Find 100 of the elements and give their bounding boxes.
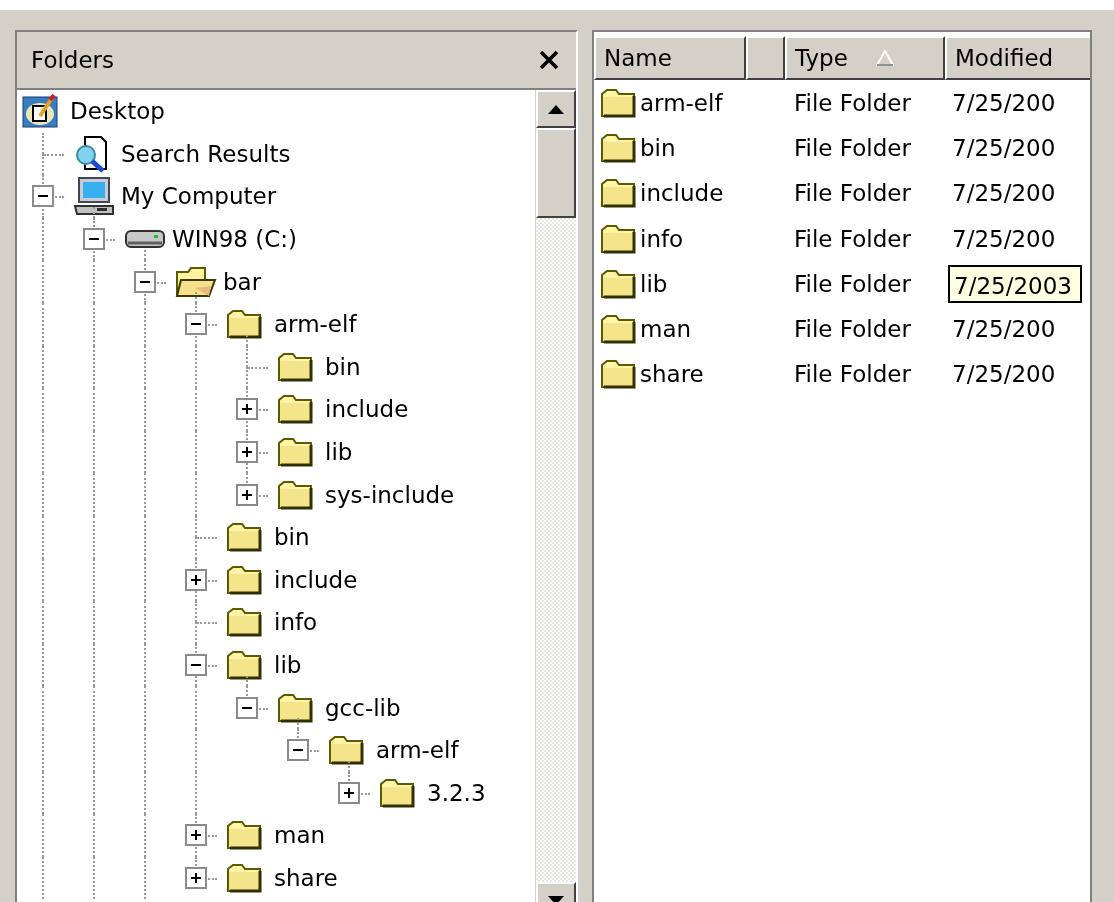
scrollbar[interactable] [535, 90, 576, 902]
modified-cell-text: 7/25/200 [951, 316, 1056, 343]
name-cell[interactable]: share [594, 359, 786, 390]
collapse-toggle[interactable] [236, 696, 258, 719]
tree-item[interactable]: bin [272, 522, 312, 553]
type-cell-text: File Folder [793, 180, 912, 207]
expand-toggle[interactable] [236, 398, 258, 421]
expand-toggle[interactable] [185, 867, 207, 889]
folder-icon [328, 735, 364, 766]
type-cell-text: File Folder [793, 270, 912, 297]
file-name: arm-elf [640, 89, 723, 116]
scroll-up-button[interactable] [536, 90, 576, 128]
tree-item[interactable]: WIN98 (C:) [170, 224, 300, 255]
collapse-toggle[interactable] [32, 185, 54, 208]
desktop-icon [22, 94, 58, 129]
plus-icon [190, 872, 202, 884]
tooltip: 7/25/2003 [948, 264, 1082, 303]
modified-cell-text: 7/25/200 [951, 89, 1056, 116]
name-cell[interactable]: lib [594, 268, 786, 299]
tree-item[interactable]: man [272, 820, 328, 851]
folder-icon [277, 692, 313, 723]
expand-toggle[interactable] [185, 568, 207, 591]
name-cell[interactable]: arm-elf [594, 87, 786, 118]
expand-toggle[interactable] [185, 824, 207, 847]
collapse-toggle[interactable] [185, 654, 207, 676]
plus-icon [241, 403, 253, 416]
folder-icon [600, 178, 636, 209]
close-icon[interactable] [538, 49, 560, 71]
folder-icon [277, 479, 313, 510]
up-caret-icon [548, 104, 564, 114]
modified-cell-text: 7/25/200 [951, 134, 1056, 161]
folder-icon [600, 268, 636, 299]
type-cell-text: File Folder [793, 316, 912, 343]
type-cell-text: File Folder [793, 361, 912, 388]
tree-item[interactable]: bin [323, 351, 363, 382]
column-title: Name [604, 45, 672, 71]
column-header[interactable]: Name [594, 36, 746, 80]
folder-icon [226, 564, 262, 595]
scroll-thumb[interactable] [536, 128, 576, 218]
folder-icon [277, 394, 313, 425]
column-header[interactable] [746, 36, 785, 80]
modified-cell-text: 7/25/200 [951, 180, 1056, 207]
file-name: include [640, 180, 724, 207]
name-cell[interactable]: info [594, 223, 786, 254]
column-header[interactable]: Type [785, 36, 945, 80]
modified-cell-text: 7/25/200 [951, 225, 1056, 252]
file-name: info [640, 225, 684, 252]
tree-item[interactable]: include [323, 394, 411, 425]
collapse-toggle[interactable] [83, 228, 105, 251]
column-header[interactable]: Modified [945, 36, 1090, 80]
folder-icon [277, 437, 313, 468]
file-name: bin [640, 134, 676, 161]
folder-icon [600, 87, 636, 118]
tree-item[interactable]: info [272, 607, 320, 638]
column-title: Type [795, 45, 848, 71]
folder-icon [600, 132, 636, 163]
collapse-toggle[interactable] [287, 739, 309, 762]
folder-icon [226, 309, 262, 340]
pane-title: Folders [31, 47, 115, 73]
tree-item[interactable]: sys-include [323, 479, 457, 510]
folder-icon [277, 351, 313, 382]
tree-item[interactable]: Search Results [119, 138, 293, 169]
collapse-toggle[interactable] [134, 270, 156, 293]
tree-item[interactable]: lib [323, 437, 355, 468]
tree-item[interactable]: arm-elf [374, 735, 461, 766]
plus-icon [241, 488, 253, 501]
column-title: Modified [955, 45, 1054, 71]
folder-icon [226, 820, 262, 851]
search-document-icon [73, 134, 109, 173]
name-cell[interactable]: include [594, 178, 786, 209]
file-name: lib [640, 270, 668, 297]
tree-item[interactable]: 3.2.3 [425, 777, 488, 808]
sort-ascending-icon [875, 50, 894, 66]
folder-icon [226, 607, 262, 638]
folder-icon [600, 314, 636, 345]
plus-icon [241, 446, 253, 459]
file-name: man [640, 316, 692, 343]
tree-item[interactable]: bar [221, 266, 264, 297]
tree-item[interactable]: include [272, 564, 360, 595]
expand-toggle[interactable] [338, 781, 360, 804]
modified-cell-text: 7/25/200 [951, 361, 1056, 388]
expand-toggle[interactable] [236, 441, 258, 464]
tree-item[interactable]: gcc-lib [323, 692, 403, 723]
computer-icon [73, 176, 115, 217]
type-cell-text: File Folder [793, 225, 912, 252]
tree-item[interactable]: arm-elf [272, 309, 359, 340]
tree-item[interactable]: My Computer [119, 181, 279, 212]
name-cell[interactable]: man [594, 314, 786, 345]
type-cell-text: File Folder [793, 134, 912, 161]
name-cell[interactable]: bin [594, 132, 786, 163]
folder-icon [379, 777, 415, 808]
expand-toggle[interactable] [236, 483, 258, 506]
plus-icon [190, 829, 202, 842]
tree-item[interactable]: Desktop [68, 96, 167, 127]
plus-icon [343, 786, 355, 799]
tree-item[interactable]: lib [272, 650, 304, 680]
folder-icon [600, 223, 636, 254]
collapse-toggle[interactable] [185, 313, 207, 336]
type-cell-text: File Folder [793, 89, 912, 116]
tree-item[interactable]: share [272, 863, 340, 893]
